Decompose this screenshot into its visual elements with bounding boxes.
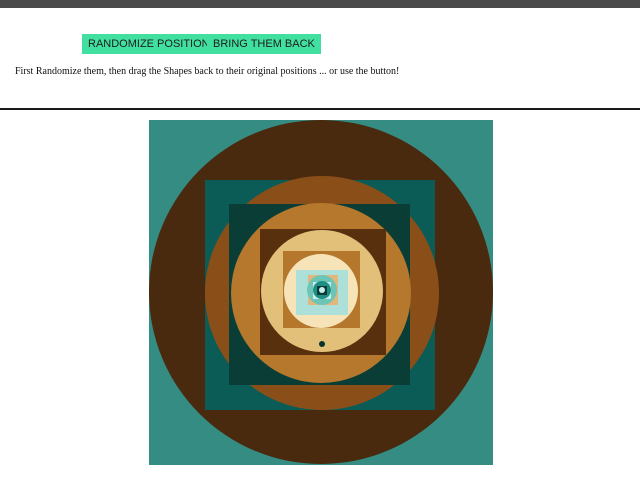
window-top-bar xyxy=(0,0,640,8)
control-panel: RANDOMIZE POSITIONS BRING THEM BACK Firs… xyxy=(0,8,640,110)
bring-them-back-button[interactable]: BRING THEM BACK xyxy=(207,34,321,54)
stray-dot-shape[interactable] xyxy=(319,341,325,347)
shapes-svg xyxy=(149,120,493,465)
center-dot-shape[interactable] xyxy=(319,287,325,293)
instructions-text: First Randomize them, then drag the Shap… xyxy=(15,66,400,77)
shapes-canvas xyxy=(149,120,493,465)
randomize-positions-button[interactable]: RANDOMIZE POSITIONS xyxy=(82,34,223,54)
